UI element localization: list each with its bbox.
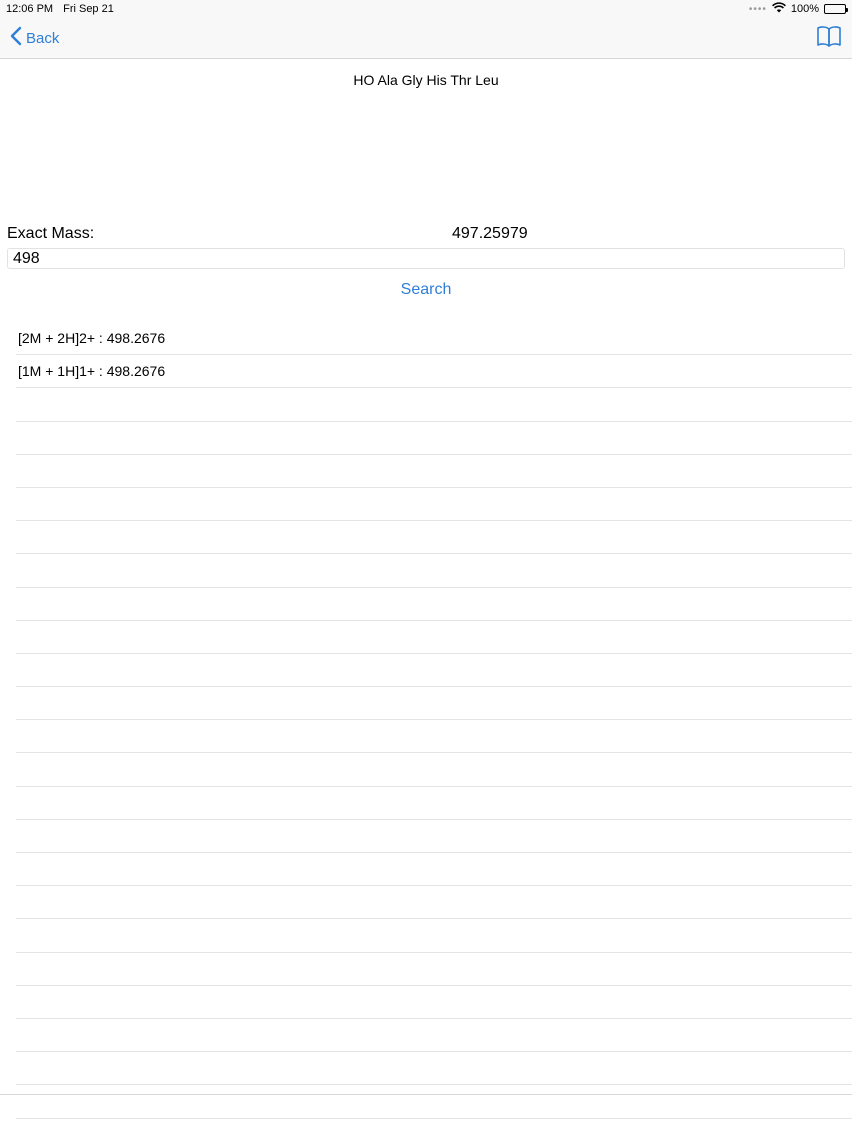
back-button[interactable]: Back [10,26,59,50]
table-row[interactable] [16,521,852,555]
table-row[interactable] [16,455,852,488]
table-row[interactable] [16,654,852,688]
chevron-left-icon [10,26,22,50]
book-icon [816,25,842,51]
table-row[interactable] [16,687,852,721]
table-row[interactable] [16,621,852,654]
result-label: [2M + 2H]2+ : 498.2676 [18,330,166,347]
table-row[interactable] [16,388,852,422]
result-label: [1M + 1H]1+ : 498.2676 [18,363,166,380]
exact-mass-row: Exact Mass: 497.25979 [7,225,845,245]
table-row[interactable] [16,787,852,820]
exact-mass-label: Exact Mass: [7,225,95,242]
table-row[interactable] [16,720,852,754]
table-row[interactable]: [1M + 1H]1+ : 498.2676 [16,355,852,389]
table-row[interactable]: [2M + 2H]2+ : 498.2676 [16,322,852,356]
results-table: [2M + 2H]2+ : 498.2676 [1M + 1H]1+ : 498.… [16,322,852,1119]
table-row[interactable] [16,886,852,920]
table-row[interactable] [16,820,852,853]
status-date: Fri Sep 21 [63,3,114,15]
multitask-dots-icon: •••• [748,3,767,15]
status-time: 12:06 PM [6,3,54,15]
battery-percent: 100% [790,3,819,15]
table-row[interactable] [16,986,852,1019]
navigation-bar: Back [0,18,852,59]
bottom-divider [0,1094,852,1095]
exact-mass-value: 497.25979 [452,225,528,242]
table-row[interactable] [16,588,852,621]
table-row[interactable] [16,753,852,787]
wifi-icon [771,2,786,16]
table-row[interactable] [16,1052,852,1086]
search-button[interactable]: Search [0,281,852,299]
table-row[interactable] [16,853,852,887]
table-row[interactable] [16,953,852,986]
back-button-label: Back [26,29,60,47]
table-row[interactable] [16,488,852,522]
book-button[interactable] [816,25,842,52]
table-row[interactable] [16,1085,852,1119]
battery-icon [824,4,848,14]
sequence-title: HO Ala Gly His Thr Leu [353,72,499,88]
table-row[interactable] [16,919,852,953]
table-row[interactable] [16,554,852,588]
table-row[interactable] [16,422,852,455]
status-bar: 12:06 PM Fri Sep 21 •••• 100% [0,0,852,18]
mass-search-input[interactable] [7,248,845,269]
table-row[interactable] [16,1019,852,1053]
